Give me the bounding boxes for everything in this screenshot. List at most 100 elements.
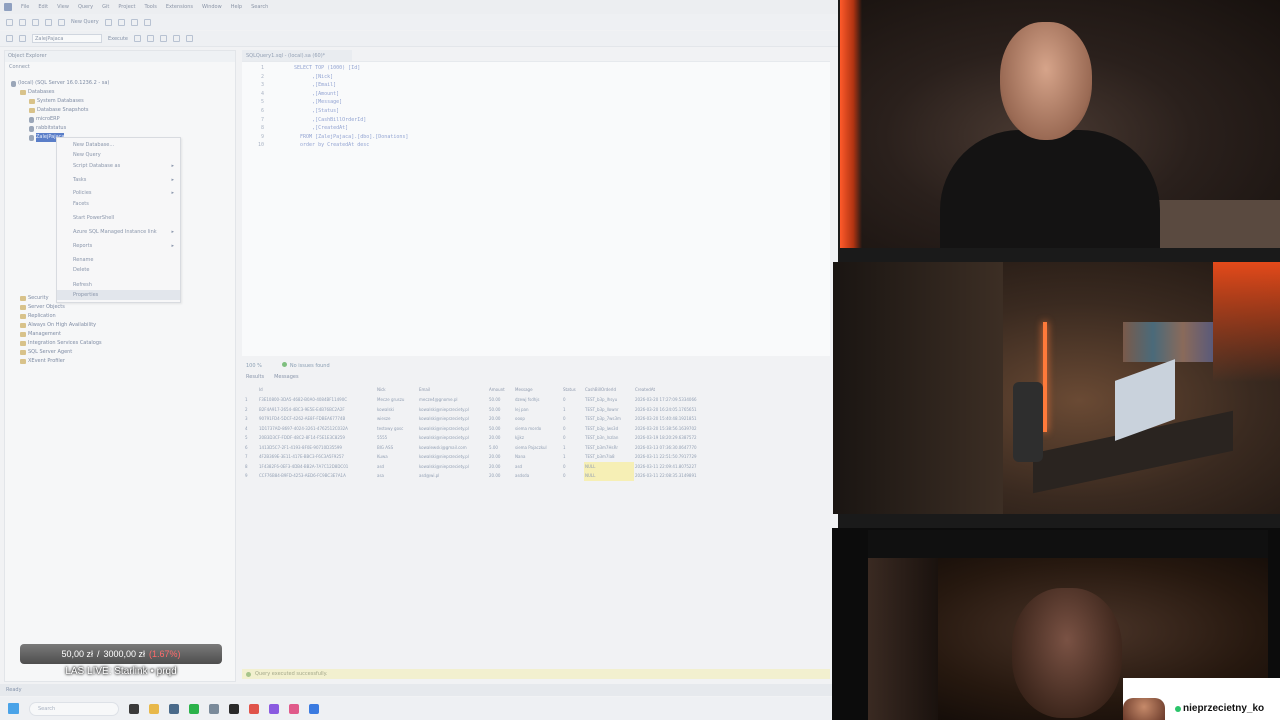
grid-cell[interactable]: TEST_b3p_lhsyu xyxy=(584,395,634,405)
forward-icon[interactable] xyxy=(19,18,26,26)
uncomment-icon[interactable] xyxy=(186,35,193,42)
grid-cell[interactable]: 2026-03-20 17:27:09.5334066 xyxy=(634,395,714,405)
grid-cell[interactable]: 1413D5C7-2F1-4193-8F0E-90710D35599 xyxy=(258,443,376,453)
grid-cell[interactable]: TEST_b3m7la8 xyxy=(584,452,634,462)
new-query-button[interactable]: New Query xyxy=(71,19,99,25)
grid-cell[interactable]: 2026-03-20 15:40:48.1921851 xyxy=(634,414,714,424)
grid-cell[interactable]: asd xyxy=(514,462,562,472)
grid-cell[interactable]: 1 xyxy=(562,405,584,415)
tab-sqlquery1[interactable]: SQLQuery1.sql - (local).sa (60)* xyxy=(242,50,352,61)
grid-cell[interactable]: 2026-03-11 22:09:41.8075227 xyxy=(634,462,714,472)
grid-cell[interactable]: 1F4382F6-0EF3-4DB4-BB2A-7A7C12D8DC01 xyxy=(258,462,376,472)
grid-cell[interactable]: NULL xyxy=(584,471,634,481)
open-icon[interactable] xyxy=(45,18,52,26)
context-menu-item[interactable]: Tasks ▸ xyxy=(57,175,180,185)
grid-cell[interactable]: wiesze xyxy=(376,414,418,424)
context-menu-item[interactable]: Azure SQL Managed Instance link ▸ xyxy=(57,227,180,237)
grid-cell[interactable]: 9 xyxy=(244,471,258,481)
tree-item[interactable]: Integration Services Catalogs xyxy=(20,339,102,348)
grid-cell[interactable]: 2026-03-20 16:24:05.1765651 xyxy=(634,405,714,415)
menu-item-file[interactable]: File xyxy=(21,4,29,10)
parse-icon[interactable] xyxy=(134,35,141,42)
grid-cell[interactable]: kowalski@nieprzeciety.pl xyxy=(418,405,488,415)
grid-cell[interactable]: TEST_b3n_lnzlan xyxy=(584,433,634,443)
grid-cell[interactable]: 20.00 xyxy=(488,462,514,472)
grid-cell[interactable]: kowalski@nieprzeciety.pl xyxy=(418,424,488,434)
tree-item[interactable]: Replication xyxy=(20,312,56,321)
grid-cell[interactable]: 2026-03-11 22:08:35.3149891 xyxy=(634,471,714,481)
grid-cell[interactable]: siema mordo xyxy=(514,424,562,434)
grid-cell[interactable]: 1 xyxy=(244,395,258,405)
monitor-app-icon[interactable] xyxy=(169,703,179,714)
tree-item[interactable]: Always On High Availability xyxy=(20,321,96,330)
taskbar-search[interactable]: Search xyxy=(29,701,119,716)
grid-cell[interactable]: 2026-03-20 15:38:56.1639702 xyxy=(634,424,714,434)
grid-cell[interactable]: kowalski@nieprzeciety.pl xyxy=(418,452,488,462)
tab-results[interactable]: Results xyxy=(246,374,264,384)
ssms-taskbar-icon[interactable] xyxy=(309,703,319,714)
menu-item-git[interactable]: Git xyxy=(102,4,109,10)
grid-cell[interactable]: 50.00 xyxy=(488,405,514,415)
grid-cell[interactable]: 4 xyxy=(244,424,258,434)
copy-icon[interactable] xyxy=(104,18,112,26)
grid-cell[interactable]: testowy gosc xyxy=(376,424,418,434)
comment-icon[interactable] xyxy=(173,35,180,42)
grid-cell[interactable]: siema Pajaczkul xyxy=(514,443,562,453)
grid-cell[interactable]: 5.00 xyxy=(488,443,514,453)
paste-icon[interactable] xyxy=(117,18,125,26)
grid-cell[interactable]: asa xyxy=(376,471,418,481)
grid-cell[interactable]: 20.00 xyxy=(488,471,514,481)
grid-cell[interactable]: 0 xyxy=(562,462,584,472)
grid-cell[interactable]: kowalski@nieprzeciety.pl xyxy=(418,433,488,443)
chrome-icon[interactable] xyxy=(249,703,259,714)
grid-cell[interactable]: 1 xyxy=(562,452,584,462)
tree-item[interactable]: XEvent Profiler xyxy=(20,357,65,366)
grid-cell[interactable]: 50.00 xyxy=(488,424,514,434)
grid-cell[interactable]: NULL xyxy=(584,461,634,471)
grid-cell[interactable]: 90791FD4-5DCF-4262-AE8F-FDBEA67774B xyxy=(258,414,376,424)
grid-cell[interactable]: 4F2B369E-3E11-417E-BBC3-F6C3A5F9257 xyxy=(258,452,376,462)
menu-item-query[interactable]: Query xyxy=(78,4,93,10)
grid-cell[interactable]: lej pan xyxy=(514,405,562,415)
media-app-icon[interactable] xyxy=(289,703,299,714)
context-menu-item[interactable]: New Query xyxy=(57,150,180,160)
zoom-level[interactable]: 100 % xyxy=(246,363,262,369)
file-explorer-icon[interactable] xyxy=(149,703,159,714)
grid-cell[interactable]: 5555 xyxy=(376,433,418,443)
grid-cell[interactable]: asdsda xyxy=(514,471,562,481)
grid-cell[interactable]: 50.00 xyxy=(488,395,514,405)
grid-cell[interactable]: CCF76B84-B9FD-4253-AED6-FC9BC3E7A1A xyxy=(258,471,376,481)
grid-cell[interactable]: 7 xyxy=(244,452,258,462)
tree-item[interactable]: (local) (SQL Server 16.0.1236.2 - sa) xyxy=(11,79,109,88)
tree-item[interactable]: SQL Server Agent xyxy=(20,348,72,357)
menu-item-extensions[interactable]: Extensions xyxy=(166,4,193,10)
menu-item-tools[interactable]: Tools xyxy=(144,4,156,10)
grid-cell[interactable]: 8 xyxy=(244,462,258,472)
grid-cell[interactable]: 20.00 xyxy=(488,452,514,462)
tree-item[interactable]: Database Snapshots xyxy=(29,106,88,115)
grid-cell[interactable]: B2F4A917-2654-4BC3-9E5E-E4B76BC2A2F xyxy=(258,405,376,415)
grid-cell[interactable]: dzewj fsdhjs xyxy=(514,395,562,405)
context-menu-item[interactable]: Reports ▸ xyxy=(57,241,180,251)
grid-cell[interactable]: 0 xyxy=(562,395,584,405)
grid-cell[interactable]: 20.00 xyxy=(488,414,514,424)
tree-item[interactable]: microERP xyxy=(29,115,60,124)
grid-cell[interactable]: TEST_b3m7HsRr xyxy=(584,443,634,453)
redo-icon[interactable] xyxy=(143,18,151,26)
grid-cell[interactable]: 1 xyxy=(562,443,584,453)
menu-item-window[interactable]: Window xyxy=(202,4,222,10)
grid-cell[interactable]: asd@wi.pl xyxy=(418,471,488,481)
grid-cell[interactable]: ooop xyxy=(514,414,562,424)
connect-button[interactable]: Connect xyxy=(9,64,30,70)
new-file-icon[interactable] xyxy=(32,18,39,26)
tree-item[interactable]: Databases xyxy=(20,88,54,97)
grid-cell[interactable]: mecze4@gnome.pl xyxy=(418,395,488,405)
menu-item-help[interactable]: Help xyxy=(231,4,242,10)
disconnect-icon[interactable] xyxy=(19,35,26,42)
grid-cell[interactable]: BIG ASS xyxy=(376,443,418,453)
context-menu-item[interactable]: Refresh xyxy=(57,280,180,290)
tree-item[interactable]: Server Objects xyxy=(20,303,65,312)
results-to-grid-icon[interactable] xyxy=(160,35,167,42)
grid-cell[interactable]: 3 xyxy=(244,414,258,424)
grid-cell[interactable]: 2026-03-11 22:51:50.7917729 xyxy=(634,452,714,462)
